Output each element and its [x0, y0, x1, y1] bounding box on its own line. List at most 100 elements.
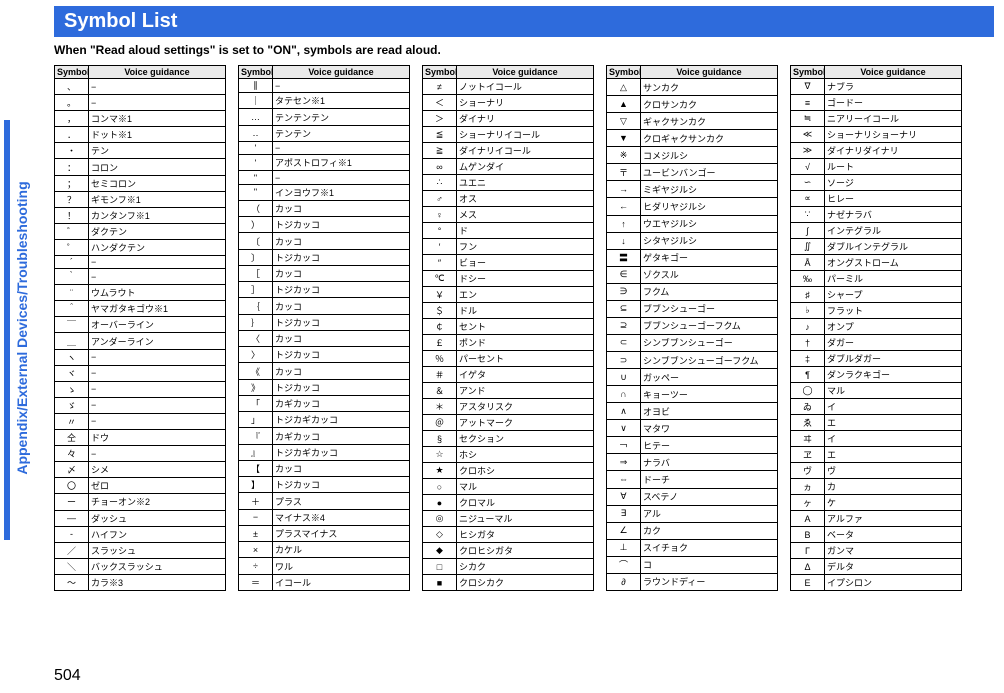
symbol-cell: ∥	[239, 79, 273, 93]
table-row: ≫ダイナリダイナリ	[791, 143, 962, 159]
table-row: ＊アスタリスク	[423, 399, 594, 415]
symbol-cell: ÷	[239, 558, 273, 574]
table-row: ⊥スイチョク	[607, 539, 778, 556]
symbol-cell: ・	[55, 143, 89, 159]
col-header-voice: Voice guidance	[641, 66, 778, 79]
voice-cell: −	[89, 256, 226, 269]
voice-cell: −	[273, 141, 410, 154]
voice-cell: マタワ	[641, 420, 778, 437]
symbol-cell: ！	[55, 207, 89, 223]
symbol-cell: ∪	[607, 369, 641, 386]
table-row: ´−	[55, 256, 226, 269]
voice-cell: イコール	[273, 574, 410, 590]
symbol-cell: ◆	[423, 543, 457, 559]
table-row: ゛ダクテン	[55, 223, 226, 239]
symbol-cell: ヰ	[791, 431, 825, 447]
symbol-cell: −	[239, 509, 273, 525]
voice-cell: シンブブンシューゴー	[641, 334, 778, 351]
voice-cell: トジカギカッコ	[273, 444, 410, 460]
table-row: √ルート	[791, 159, 962, 175]
table-row: ☆ホシ	[423, 447, 594, 463]
voice-cell: キョーツー	[641, 386, 778, 403]
voice-cell: インテグラル	[825, 223, 962, 239]
table-row: 〉トジカッコ	[239, 347, 410, 363]
voice-cell: プラスマイナス	[273, 525, 410, 541]
symbol-cell: 「	[239, 395, 273, 411]
symbol-cell: 』	[239, 444, 273, 460]
table-row: ◎ニジューマル	[423, 511, 594, 527]
symbol-cell: ≠	[423, 79, 457, 95]
voice-cell: −	[89, 397, 226, 413]
table-row: ‡ダブルダガー	[791, 351, 962, 367]
symbol-cell: ⌒	[607, 556, 641, 573]
table-row: 】トジカッコ	[239, 477, 410, 493]
voice-cell: ウムラウト	[89, 285, 226, 301]
symbol-cell: §	[423, 431, 457, 447]
symbol-cell: ∬	[791, 239, 825, 255]
table-row: Εイプシロン	[791, 575, 962, 591]
voice-cell: デルタ	[825, 559, 962, 575]
voice-cell: −	[89, 381, 226, 397]
voice-cell: ド	[457, 223, 594, 239]
symbol-cell: ‡	[791, 351, 825, 367]
col-header-symbol: Symbol	[239, 66, 273, 79]
symbol-cell: 〉	[239, 347, 273, 363]
table-row: ≠ノットイコール	[423, 79, 594, 95]
symbol-table: SymbolVoice guidance△サンカク▲クロサンカク▽ギャクサンカク…	[606, 65, 778, 591]
voice-cell: イ	[825, 399, 962, 415]
table-row: −マイナス※4	[239, 509, 410, 525]
symbol-cell: ♀	[423, 207, 457, 223]
symbol-cell: 〇	[55, 478, 89, 494]
symbol-cell: ゐ	[791, 399, 825, 415]
symbol-cell: …	[239, 109, 273, 125]
table-row: ×カケル	[239, 542, 410, 558]
table-row: ヰイ	[791, 431, 962, 447]
symbol-cell: ℃	[423, 271, 457, 287]
voice-cell: クロヒシガタ	[457, 543, 594, 559]
symbol-cell: Ε	[791, 575, 825, 591]
symbol-cell: □	[423, 559, 457, 575]
symbol-cell: ⇒	[607, 454, 641, 471]
table-row: ♭フラット	[791, 303, 962, 319]
symbol-cell: Å	[791, 255, 825, 271]
table-row: （カッコ	[239, 200, 410, 216]
voice-cell: トジカッコ	[273, 314, 410, 330]
symbol-cell: Γ	[791, 543, 825, 559]
voice-cell: アスタリスク	[457, 399, 594, 415]
voice-cell: ナラバ	[641, 454, 778, 471]
voice-cell: ユービンバンゴー	[641, 164, 778, 181]
symbol-table: SymbolVoice guidance∇ナブラ≡ゴードー≒ニアリーイコール≪シ…	[790, 65, 962, 591]
table-row: 〈カッコ	[239, 330, 410, 346]
table-row: ▲クロサンカク	[607, 96, 778, 113]
voice-cell: エ	[825, 415, 962, 431]
table-row: ⊆ブブンシューゴー	[607, 300, 778, 317]
symbol-cell: ◯	[791, 383, 825, 399]
symbol-cell: ｀	[55, 269, 89, 285]
voice-cell: シカク	[457, 559, 594, 575]
table-row: Åオングストローム	[791, 255, 962, 271]
voice-cell: −	[89, 349, 226, 365]
table-row: 《カッコ	[239, 363, 410, 379]
table-row: ▼クロギャクサンカク	[607, 130, 778, 147]
table-row: ■クロシカク	[423, 575, 594, 591]
table-row: ？ギモンフ※1	[55, 191, 226, 207]
voice-cell: オングストローム	[825, 255, 962, 271]
voice-cell: カッコ	[273, 265, 410, 281]
voice-cell: アルファ	[825, 511, 962, 527]
symbol-cell: ？	[55, 191, 89, 207]
voice-cell: ダガー	[825, 335, 962, 351]
symbol-cell: ⊆	[607, 300, 641, 317]
table-row: ∇ナブラ	[791, 79, 962, 95]
voice-cell: ゼロ	[89, 478, 226, 494]
side-tab-label: Appendix/External Devices/Troubleshootin…	[14, 128, 30, 528]
symbol-cell: ゝ	[55, 381, 89, 397]
page-title: Symbol List	[54, 6, 994, 37]
voice-cell: カンタンフ※1	[89, 207, 226, 223]
symbol-cell: ≪	[791, 127, 825, 143]
table-row: ∀スベテノ	[607, 488, 778, 505]
voice-cell: ムゲンダイ	[457, 159, 594, 175]
symbol-cell: ）	[239, 217, 273, 233]
table-row: ／スラッシュ	[55, 542, 226, 558]
symbol-cell: 〃	[55, 413, 89, 429]
symbol-cell: ヵ	[791, 479, 825, 495]
